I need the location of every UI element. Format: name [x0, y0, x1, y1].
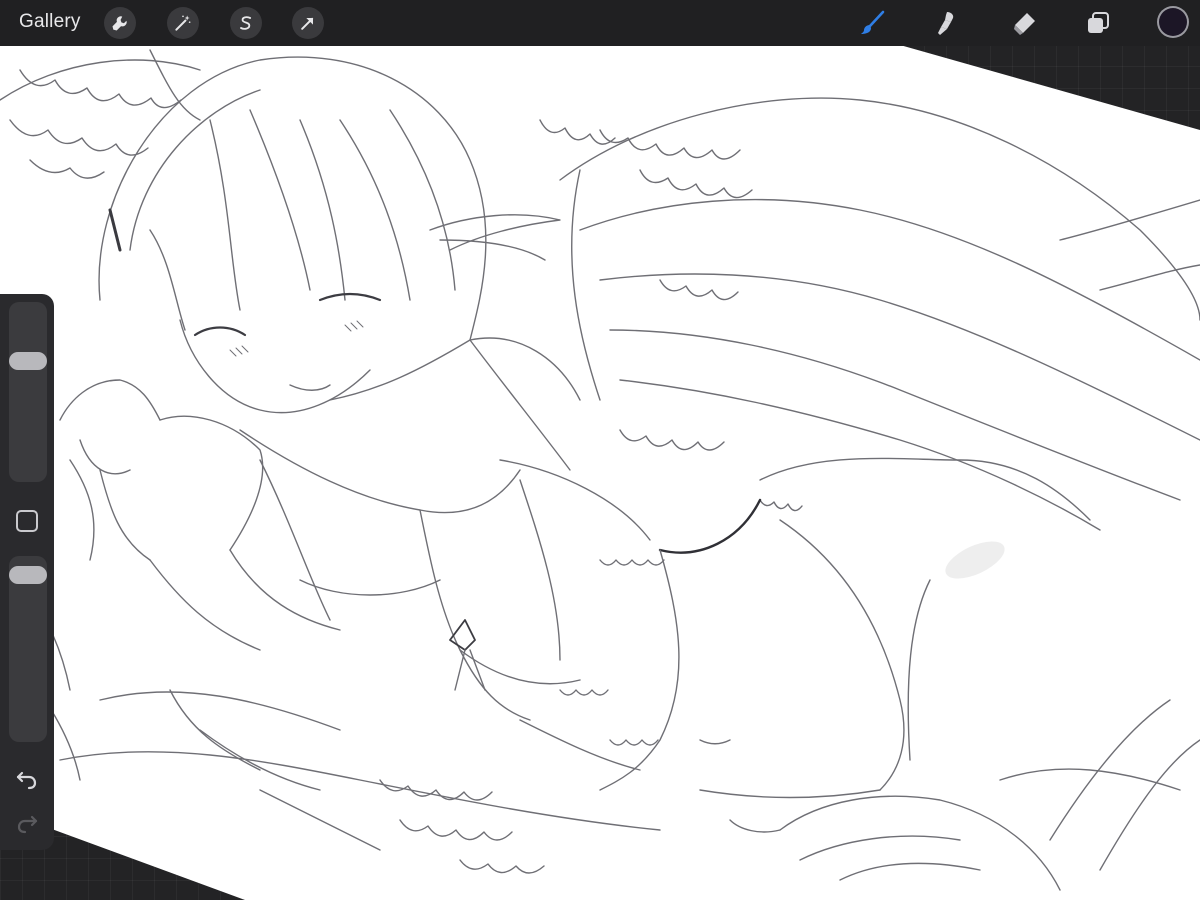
magic-wand-icon — [175, 15, 191, 31]
canvas-paper — [0, 45, 1200, 900]
layers-button[interactable] — [1080, 5, 1116, 41]
selection-icon — [240, 16, 252, 30]
side-bar — [0, 294, 54, 850]
adjustments-button[interactable] — [167, 7, 199, 39]
brush-size-slider[interactable] — [9, 302, 47, 482]
brush-icon — [861, 10, 885, 34]
color-picker-swatch[interactable] — [1157, 6, 1189, 38]
eraser-button[interactable] — [1006, 5, 1042, 41]
transform-arrow-icon — [301, 17, 314, 30]
wrench-icon — [112, 16, 127, 31]
smudge-icon — [938, 12, 954, 35]
eraser-icon — [1014, 13, 1035, 35]
opacity-thumb[interactable] — [9, 566, 47, 584]
transform-button[interactable] — [292, 7, 324, 39]
drawing-canvas[interactable] — [0, 0, 1200, 900]
opacity-slider[interactable] — [9, 556, 47, 742]
smudge-button[interactable] — [928, 5, 964, 41]
top-toolbar: Gallery — [0, 0, 1200, 46]
canvas-svg[interactable] — [0, 0, 1200, 900]
procreate-app: Gallery — [0, 0, 1200, 900]
actions-button[interactable] — [104, 7, 136, 39]
undo-icon[interactable] — [14, 766, 40, 792]
modify-square-icon[interactable] — [16, 510, 38, 532]
selection-button[interactable] — [230, 7, 262, 39]
redo-icon[interactable] — [14, 810, 40, 836]
brush-size-thumb[interactable] — [9, 351, 47, 370]
layers-icon — [1088, 12, 1109, 33]
gallery-button[interactable]: Gallery — [19, 11, 81, 33]
brush-button[interactable] — [854, 5, 890, 41]
